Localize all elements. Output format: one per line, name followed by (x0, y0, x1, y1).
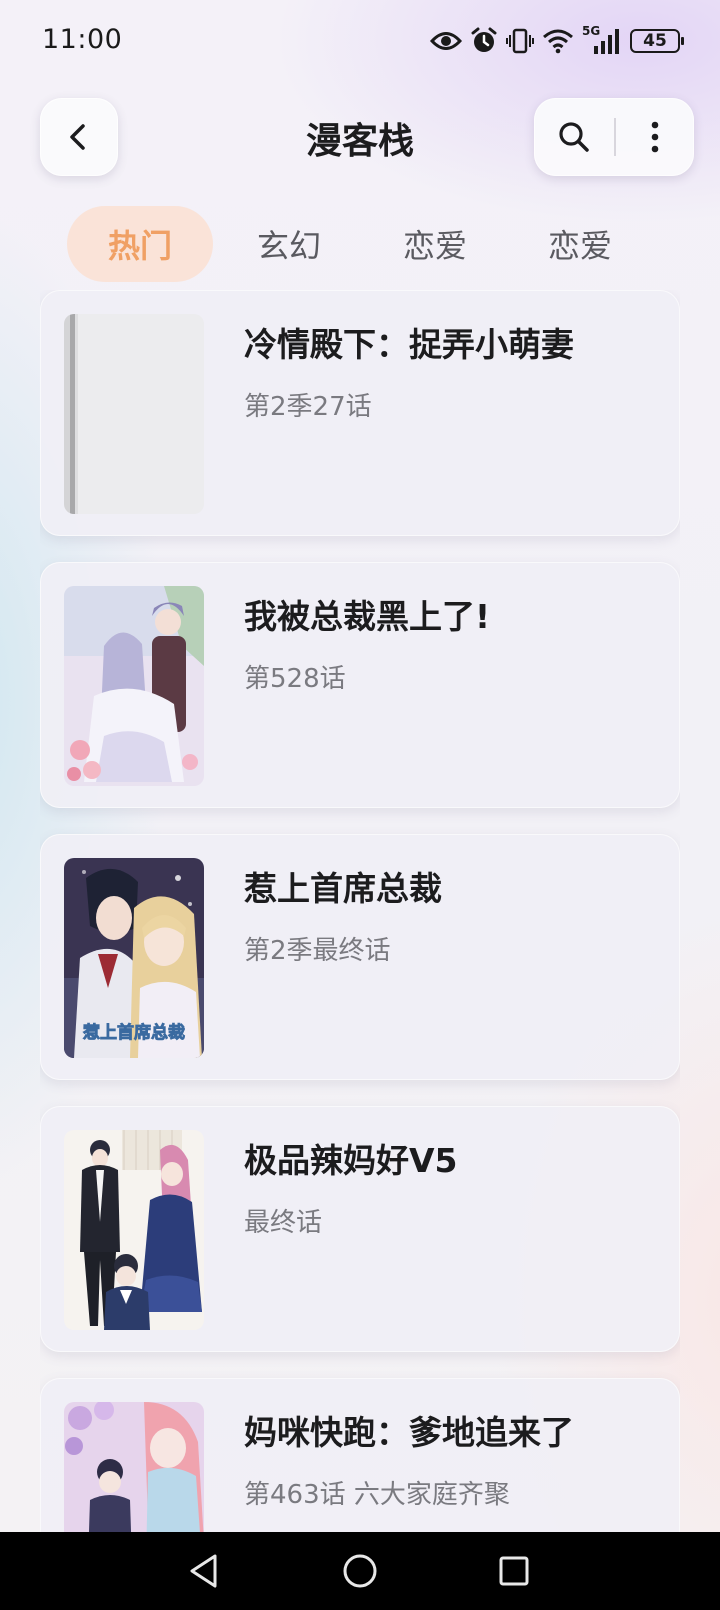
category-tabs: 热门 玄幻 恋爱 恋爱 (0, 206, 720, 282)
status-icons: 5G 45 (430, 24, 684, 58)
comic-list: 冷情殿下：捉弄小萌妻 第2季27话 我被总裁黑上了! 第528话 惹上首席总裁 … (40, 290, 680, 1532)
comic-title: 极品辣妈好V5 (244, 1141, 458, 1180)
search-icon (559, 122, 589, 152)
comic-card[interactable]: 惹上首席总裁 惹上首席总裁 第2季最终话 (40, 834, 680, 1080)
comic-title: 惹上首席总裁 (244, 869, 442, 908)
cover-title-text: 惹上首席总裁 (83, 1022, 185, 1043)
comic-episode: 最终话 (244, 1208, 323, 1238)
comic-cover (64, 314, 204, 514)
tab-fantasy[interactable]: 玄幻 (216, 206, 362, 282)
comic-episode: 第2季27话 (244, 392, 372, 422)
comic-title: 冷情殿下：捉弄小萌妻 (244, 325, 574, 364)
recents-square-icon (499, 1556, 529, 1586)
header-actions (534, 98, 694, 176)
comic-title: 妈咪快跑：爹地追来了 (244, 1413, 574, 1452)
tab-hot[interactable]: 热门 (67, 206, 213, 282)
wifi-icon (543, 29, 573, 54)
comic-episode: 第2季最终话 (244, 936, 391, 966)
tab-romance-2[interactable]: 恋爱 (507, 206, 653, 282)
comic-cover (64, 1402, 204, 1532)
comic-title: 我被总裁黑上了! (244, 597, 491, 636)
vibrate-icon (506, 28, 534, 54)
comic-cover (64, 1130, 204, 1330)
home-circle-icon (343, 1554, 377, 1588)
tab-romance[interactable]: 恋爱 (362, 206, 508, 282)
comic-card[interactable]: 极品辣妈好V5 最终话 (40, 1106, 680, 1352)
comic-card[interactable]: 我被总裁黑上了! 第528话 (40, 562, 680, 808)
battery-level: 45 (643, 31, 667, 51)
nav-back-button[interactable] (182, 1549, 226, 1593)
comic-card[interactable]: 冷情殿下：捉弄小萌妻 第2季27话 (40, 290, 680, 536)
system-nav-bar (0, 1532, 720, 1610)
comic-cover (64, 586, 204, 786)
comic-episode: 第463话 六大家庭齐聚 (244, 1480, 510, 1510)
comic-episode: 第528话 (244, 664, 346, 694)
signal-5g-icon: 5G (582, 24, 622, 56)
eye-icon (430, 32, 462, 50)
back-triangle-icon (190, 1554, 217, 1588)
alarm-icon (471, 27, 497, 52)
chevron-left-icon (70, 124, 85, 150)
status-time: 11:00 (42, 24, 123, 55)
comic-cover: 惹上首席总裁 (64, 858, 204, 1058)
more-button[interactable] (616, 98, 694, 176)
nav-home-button[interactable] (338, 1549, 382, 1593)
status-bar: 11:00 5G 45 (0, 0, 720, 84)
more-vertical-icon (651, 121, 659, 153)
battery-icon: 45 (630, 29, 684, 53)
page-title: 漫客栈 (305, 121, 414, 162)
comic-card[interactable]: 妈咪快跑：爹地追来了 第463话 六大家庭齐聚 (40, 1378, 680, 1532)
search-button[interactable] (534, 98, 614, 176)
back-button[interactable] (40, 98, 118, 176)
nav-recents-button[interactable] (492, 1549, 536, 1593)
